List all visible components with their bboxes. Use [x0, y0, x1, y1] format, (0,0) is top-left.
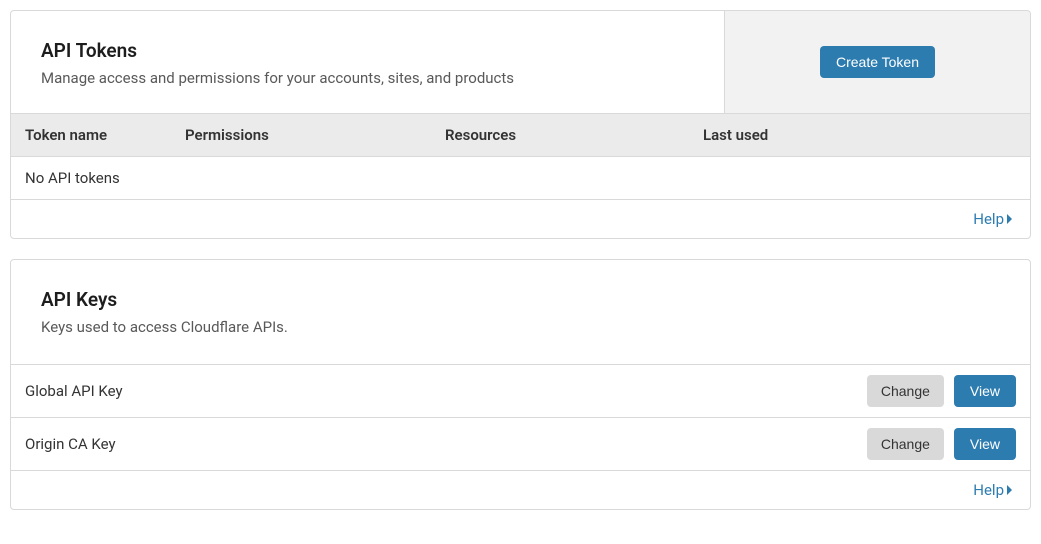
- api-tokens-header-actions: Create Token: [725, 11, 1030, 113]
- col-permissions: Permissions: [185, 126, 445, 144]
- tokens-help-link[interactable]: Help: [973, 210, 1012, 228]
- help-label: Help: [973, 481, 1004, 499]
- col-last-used: Last used: [703, 126, 1016, 144]
- view-key-button[interactable]: View: [954, 428, 1016, 460]
- caret-right-icon: [1007, 214, 1012, 224]
- col-resources: Resources: [445, 126, 703, 144]
- view-key-button[interactable]: View: [954, 375, 1016, 407]
- key-row-origin: Origin CA Key Change View: [11, 418, 1030, 471]
- api-keys-title: API Keys: [41, 288, 1000, 311]
- api-tokens-header: API Tokens Manage access and permissions…: [11, 11, 1030, 113]
- api-keys-header: API Keys Keys used to access Cloudflare …: [11, 260, 1030, 365]
- key-name-label: Global API Key: [25, 382, 123, 400]
- keys-help-link[interactable]: Help: [973, 481, 1012, 499]
- api-keys-card: API Keys Keys used to access Cloudflare …: [10, 259, 1031, 510]
- key-actions: Change View: [867, 375, 1016, 407]
- api-tokens-header-text: API Tokens Manage access and permissions…: [11, 11, 725, 113]
- tokens-empty-row: No API tokens: [11, 157, 1030, 200]
- caret-right-icon: [1007, 485, 1012, 495]
- api-keys-description: Keys used to access Cloudflare APIs.: [41, 317, 1000, 338]
- change-key-button[interactable]: Change: [867, 428, 944, 460]
- api-tokens-title: API Tokens: [41, 39, 694, 62]
- key-actions: Change View: [867, 428, 1016, 460]
- change-key-button[interactable]: Change: [867, 375, 944, 407]
- create-token-button[interactable]: Create Token: [820, 46, 935, 78]
- key-row-global: Global API Key Change View: [11, 365, 1030, 418]
- col-token-name: Token name: [25, 126, 185, 144]
- api-tokens-description: Manage access and permissions for your a…: [41, 68, 694, 89]
- help-label: Help: [973, 210, 1004, 228]
- tokens-table-header: Token name Permissions Resources Last us…: [11, 113, 1030, 157]
- tokens-card-footer: Help: [11, 200, 1030, 238]
- api-tokens-card: API Tokens Manage access and permissions…: [10, 10, 1031, 239]
- key-name-label: Origin CA Key: [25, 435, 116, 453]
- keys-card-footer: Help: [11, 471, 1030, 509]
